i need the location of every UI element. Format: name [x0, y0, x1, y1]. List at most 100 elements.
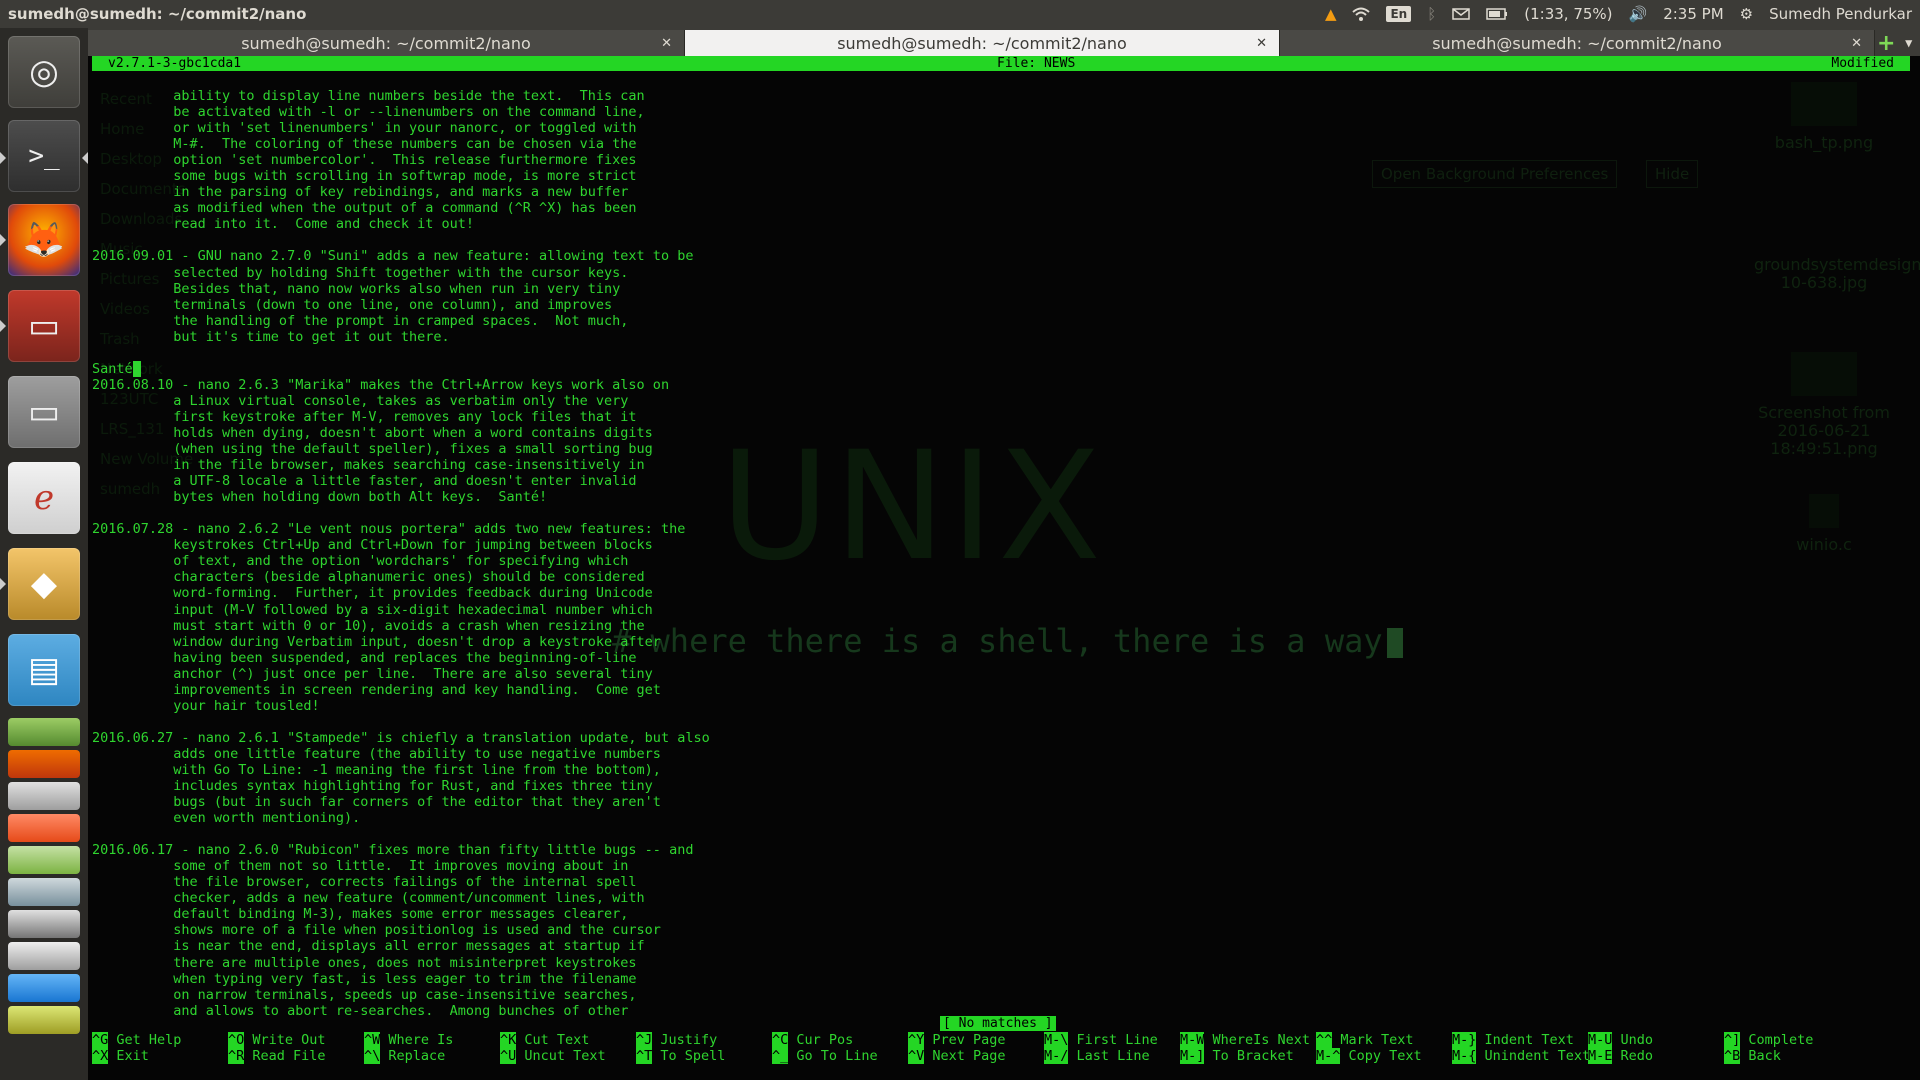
- nano-text-line[interactable]: having been suspended, and replaces the …: [92, 650, 832, 666]
- nano-edit-area[interactable]: ability to display line numbers beside t…: [92, 88, 832, 1019]
- nano-text-line[interactable]: [92, 345, 832, 361]
- nano-text-line[interactable]: [92, 505, 832, 521]
- nano-text-line[interactable]: 2016.06.27 - nano 2.6.1 "Stampede" is ch…: [92, 730, 832, 746]
- nano-text-line[interactable]: [92, 714, 832, 730]
- nano-text-line[interactable]: ability to display line numbers beside t…: [92, 88, 832, 104]
- nano-text-line[interactable]: must start with 0 or 10), avoids a crash…: [92, 618, 832, 634]
- shortcut-replace[interactable]: ^\ Replace: [364, 1048, 445, 1064]
- shortcut-prev-page[interactable]: ^Y Prev Page: [908, 1032, 1006, 1048]
- nano-text-line[interactable]: default binding M-3), makes some error m…: [92, 906, 832, 922]
- nano-text-line[interactable]: shows more of a file when positionlog is…: [92, 922, 832, 938]
- nano-text-line[interactable]: holds when dying, doesn't abort when a w…: [92, 425, 832, 441]
- nano-text-line[interactable]: characters (beside alphanumeric ones) sh…: [92, 569, 832, 585]
- shortcut-complete[interactable]: ^] Complete: [1724, 1032, 1813, 1048]
- nano-text-line[interactable]: a Linux virtual console, takes as verbat…: [92, 393, 832, 409]
- nano-text-line[interactable]: some bugs with scrolling in softwrap mod…: [92, 168, 832, 184]
- shortcut-go-to-line[interactable]: ^_ Go To Line: [772, 1048, 878, 1064]
- nano-text-line[interactable]: improvements in screen rendering and key…: [92, 682, 832, 698]
- shortcut-indent-text[interactable]: M-} Indent Text: [1452, 1032, 1574, 1048]
- shortcut-first-line[interactable]: M-\ First Line: [1044, 1032, 1158, 1048]
- nano-text-line[interactable]: [92, 826, 832, 842]
- shortcut-next-page[interactable]: ^V Next Page: [908, 1048, 1006, 1064]
- nano-text-line[interactable]: first keystroke after M-V, removes any l…: [92, 409, 832, 425]
- volume-icon[interactable]: 🔊: [1629, 5, 1648, 23]
- launcher-files-button[interactable]: ▭: [8, 290, 80, 362]
- shortcut-to-bracket[interactable]: M-] To Bracket: [1180, 1048, 1294, 1064]
- nano-text-line[interactable]: in the parsing of key rebindings, and ma…: [92, 184, 832, 200]
- close-icon[interactable]: ✕: [1851, 36, 1862, 51]
- nano-text-line[interactable]: checker, adds a new feature (comment/unc…: [92, 890, 832, 906]
- nano-text-line[interactable]: with Go To Line: -1 meaning the first li…: [92, 762, 832, 778]
- nano-text-line[interactable]: option 'set numbercolor'. This release f…: [92, 152, 832, 168]
- nano-text-line[interactable]: 2016.08.10 - nano 2.6.3 "Marika" makes t…: [92, 377, 832, 393]
- gear-icon[interactable]: ⚙: [1740, 5, 1753, 23]
- nano-text-line[interactable]: 2016.09.01 - GNU nano 2.7.0 "Suni" adds …: [92, 248, 832, 264]
- tab-terminal-2[interactable]: sumedh@sumedh: ~/commit2/nano ✕: [685, 30, 1280, 56]
- nano-text-line[interactable]: the file browser, corrects failings of t…: [92, 874, 832, 890]
- shortcut-where-is[interactable]: ^W Where Is: [364, 1032, 453, 1048]
- tab-terminal-1[interactable]: sumedh@sumedh: ~/commit2/nano ✕: [88, 30, 685, 56]
- shortcut-undo[interactable]: M-U Undo: [1588, 1032, 1653, 1048]
- mail-icon[interactable]: [1452, 8, 1470, 20]
- shortcut-to-spell[interactable]: ^T To Spell: [636, 1048, 725, 1064]
- nano-text-line[interactable]: of text, and the option 'wordchars' for …: [92, 553, 832, 569]
- launcher-files-button-2[interactable]: ▭: [8, 376, 80, 448]
- vlc-icon[interactable]: ▲: [1325, 5, 1337, 23]
- shortcut-justify[interactable]: ^J Justify: [636, 1032, 717, 1048]
- shortcut-mark-text[interactable]: ^^ Mark Text: [1316, 1032, 1414, 1048]
- shortcut-cut-text[interactable]: ^K Cut Text: [500, 1032, 589, 1048]
- shortcut-uncut-text[interactable]: ^U Uncut Text: [500, 1048, 606, 1064]
- nano-text-line[interactable]: includes syntax highlighting for Rust, a…: [92, 778, 832, 794]
- shortcut-redo[interactable]: M-E Redo: [1588, 1048, 1653, 1064]
- tab-terminal-3[interactable]: sumedh@sumedh: ~/commit2/nano ✕: [1280, 30, 1875, 56]
- nano-text-line[interactable]: bugs (but in such far corners of the edi…: [92, 794, 832, 810]
- nano-text-line[interactable]: input (M-V followed by a six-digit hexad…: [92, 602, 832, 618]
- nano-text-line[interactable]: 2016.07.28 - nano 2.6.2 "Le vent nous po…: [92, 521, 832, 537]
- nano-text-line[interactable]: be activated with -l or --linenumbers on…: [92, 104, 832, 120]
- launcher-folded-stack[interactable]: [8, 718, 80, 1068]
- nano-text-line[interactable]: window during Verbatim input, doesn't dr…: [92, 634, 832, 650]
- close-icon[interactable]: ✕: [1256, 36, 1267, 51]
- bluetooth-icon[interactable]: ᛒ: [1427, 5, 1436, 23]
- clock[interactable]: 2:35 PM: [1663, 5, 1723, 23]
- shortcut-back[interactable]: ^B Back: [1724, 1048, 1781, 1064]
- launcher-ubuntu-button[interactable]: ◎: [8, 36, 80, 108]
- nano-text-line[interactable]: anchor (^) just once per line. There are…: [92, 666, 832, 682]
- keyboard-layout-indicator[interactable]: En: [1386, 6, 1412, 22]
- nano-text-line[interactable]: M-#. The coloring of these numbers can b…: [92, 136, 832, 152]
- nano-text-line[interactable]: terminals (down to one line, one column)…: [92, 297, 832, 313]
- shortcut-unindent-text[interactable]: M-{ Unindent Text: [1452, 1048, 1590, 1064]
- shortcut-read-file[interactable]: ^R Read File: [228, 1048, 326, 1064]
- nano-text-line[interactable]: or with 'set linenumbers' in your nanorc…: [92, 120, 832, 136]
- nano-text-line[interactable]: there are multiple ones, does not misint…: [92, 955, 832, 971]
- close-icon[interactable]: ✕: [661, 36, 672, 51]
- launcher-impress-button[interactable]: ◆: [8, 548, 80, 620]
- launcher-terminal-button[interactable]: >_: [8, 120, 80, 192]
- nano-text-line[interactable]: on narrow terminals, speeds up case-inse…: [92, 987, 832, 1003]
- nano-text-line[interactable]: in the file browser, makes searching cas…: [92, 457, 832, 473]
- nano-text-line[interactable]: word-forming. Further, it provides feedb…: [92, 585, 832, 601]
- nano-text-line[interactable]: a UTF-8 locale a little faster, and does…: [92, 473, 832, 489]
- launcher-document-viewer-button[interactable]: ℯ: [8, 462, 80, 534]
- nano-text-line[interactable]: read into it. Come and check it out!: [92, 216, 832, 232]
- battery-status[interactable]: (1:33, 75%): [1524, 5, 1612, 23]
- nano-text-line[interactable]: when typing very fast, is less eager to …: [92, 971, 832, 987]
- shortcut-get-help[interactable]: ^G Get Help: [92, 1032, 181, 1048]
- nano-text-line[interactable]: your hair tousled!: [92, 698, 832, 714]
- user-name[interactable]: Sumedh Pendurkar: [1769, 5, 1912, 23]
- launcher-firefox-button[interactable]: 🦊: [8, 204, 80, 276]
- launcher-writer-button[interactable]: ▤: [8, 634, 80, 706]
- nano-text-line[interactable]: and allows to abort re-searches. Among b…: [92, 1003, 832, 1019]
- nano-text-line[interactable]: adds one little feature (the ability to …: [92, 746, 832, 762]
- new-tab-icon[interactable]: +: [1875, 30, 1898, 56]
- shortcut-copy-text[interactable]: M-^ Copy Text: [1316, 1048, 1422, 1064]
- shortcut-cur-pos[interactable]: ^C Cur Pos: [772, 1032, 853, 1048]
- nano-text-line[interactable]: keystrokes Ctrl+Up and Ctrl+Down for jum…: [92, 537, 832, 553]
- nano-text-line[interactable]: (when using the default speller), fixes …: [92, 441, 832, 457]
- nano-text-line[interactable]: Besides that, nano now works also when r…: [92, 281, 832, 297]
- nano-text-line[interactable]: Santé: [92, 360, 832, 377]
- nano-text-line[interactable]: 2016.06.17 - nano 2.6.0 "Rubicon" fixes …: [92, 842, 832, 858]
- shortcut-whereis-next[interactable]: M-W WhereIs Next: [1180, 1032, 1310, 1048]
- nano-text-line[interactable]: bytes when holding down both Alt keys. S…: [92, 489, 832, 505]
- chevron-down-icon[interactable]: ▼: [1898, 30, 1920, 56]
